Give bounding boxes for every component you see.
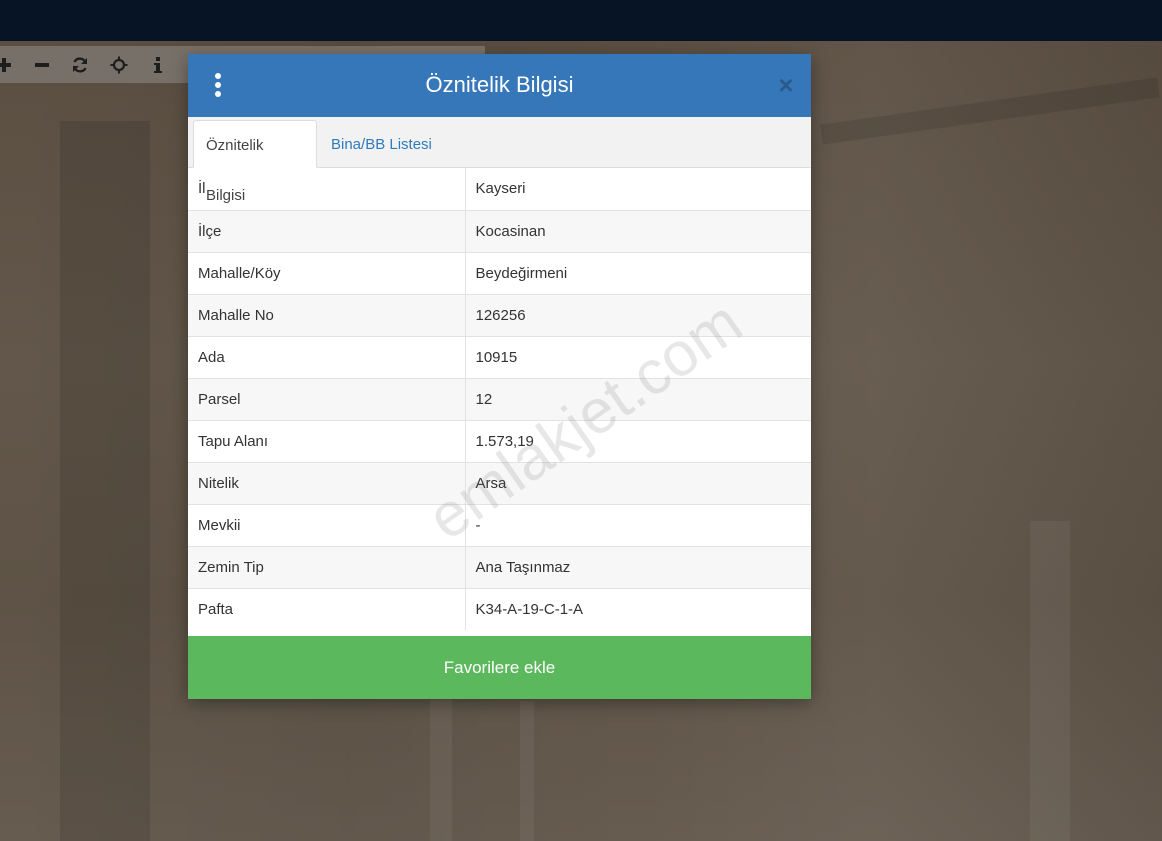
close-icon[interactable]: × <box>774 72 798 98</box>
attribute-key: Mahalle/Köy <box>188 251 465 294</box>
info-icon <box>154 56 162 73</box>
minus-icon <box>35 62 49 67</box>
attribute-key: Mevkii <box>188 503 465 546</box>
zoom-out-button[interactable] <box>24 46 60 83</box>
attribute-value: 10915 <box>464 335 811 378</box>
attribute-key: Mahalle No <box>188 293 465 336</box>
crosshair-icon <box>110 56 128 73</box>
zoom-in-button[interactable] <box>0 46 22 83</box>
attribute-value: Arsa <box>464 461 811 504</box>
map-texture <box>60 121 150 841</box>
attribute-value: Ana Taşınmaz <box>464 545 811 588</box>
locate-button[interactable] <box>101 46 137 83</box>
tab-attribute-info[interactable]: Öznitelik Bilgisi <box>193 120 317 204</box>
table-row: Mevkii - <box>188 503 811 546</box>
info-button[interactable] <box>140 46 176 83</box>
attribute-key: İlçe <box>188 209 465 252</box>
attribute-value: - <box>464 503 811 546</box>
attribute-info-modal: Öznitelik Bilgisi × Öznitelik Bilgisi Bi… <box>188 54 811 699</box>
attribute-key: Zemin Tip <box>188 545 465 588</box>
attribute-key: Tapu Alanı <box>188 419 465 462</box>
attribute-value: Kocasinan <box>464 209 811 252</box>
attribute-value: 12 <box>464 377 811 420</box>
map-texture <box>430 681 452 841</box>
map-texture <box>820 77 1160 145</box>
table-row: İlçe Kocasinan <box>188 209 811 252</box>
plus-icon <box>0 57 11 72</box>
map-texture <box>520 701 534 841</box>
attribute-value: K34-A-19-C-1-A <box>464 587 811 630</box>
table-row: Tapu Alanı 1.573,19 <box>188 419 811 462</box>
add-to-favorites-button[interactable]: Favorilere ekle <box>188 636 811 699</box>
map-texture <box>1030 521 1070 841</box>
tab-building-list[interactable]: Bina/BB Listesi <box>319 120 444 168</box>
table-row: İl Kayseri <box>188 168 811 210</box>
table-row: Ada 10915 <box>188 335 811 378</box>
table-row: Parsel 12 <box>188 377 811 420</box>
table-row: Zemin Tip Ana Taşınmaz <box>188 545 811 588</box>
table-row: Nitelik Arsa <box>188 461 811 504</box>
table-row: Mahalle No 126256 <box>188 293 811 336</box>
attribute-key: İl <box>198 180 206 198</box>
modal-title: Öznitelik Bilgisi <box>425 72 574 97</box>
attribute-value: 126256 <box>464 293 811 336</box>
attribute-value: 1.573,19 <box>464 419 811 462</box>
table-row: Mahalle/Köy Beydeğirmeni <box>188 251 811 294</box>
attribute-table: İl Kayseri İlçe Kocasinan Mahalle/Köy Be… <box>188 168 811 630</box>
attribute-key: Parsel <box>188 377 465 420</box>
attribute-value: Beydeğirmeni <box>464 251 811 294</box>
top-navbar <box>0 0 1162 41</box>
attribute-key: Pafta <box>188 587 465 630</box>
attribute-value: Kayseri <box>464 168 811 210</box>
modal-header: Öznitelik Bilgisi × <box>188 54 811 117</box>
refresh-button[interactable] <box>62 46 98 83</box>
attribute-key: Ada <box>188 335 465 378</box>
table-row: Pafta K34-A-19-C-1-A <box>188 587 811 630</box>
refresh-icon <box>73 56 87 73</box>
attribute-key: Nitelik <box>188 461 465 504</box>
modal-tabs: Öznitelik Bilgisi Bina/BB Listesi <box>188 117 811 204</box>
